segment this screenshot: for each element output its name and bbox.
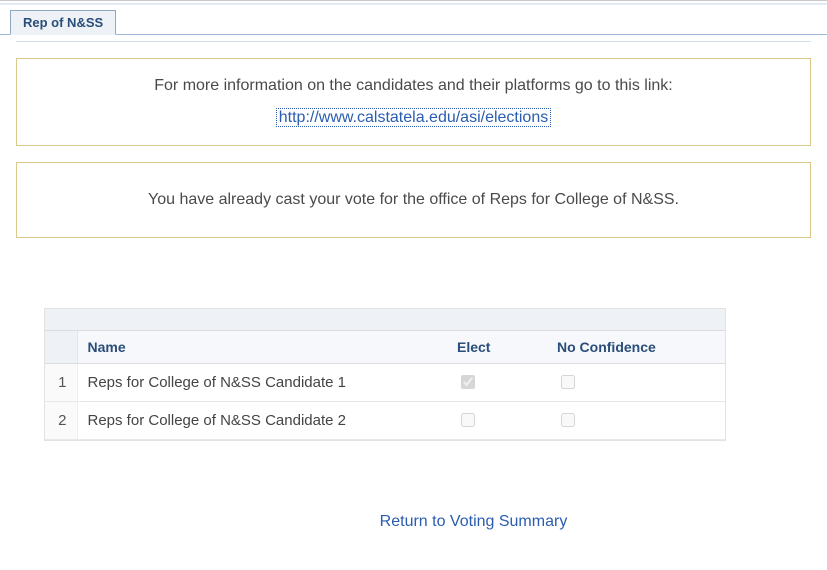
candidate-name: Reps for College of N&SS Candidate 2 (77, 402, 447, 440)
noconf-checkbox (561, 375, 575, 389)
elect-checkbox (461, 413, 475, 427)
col-header-elect: Elect (447, 331, 547, 364)
noconf-cell (547, 364, 725, 402)
info-lead-text: For more information on the candidates a… (27, 77, 800, 95)
elect-checkbox (461, 375, 475, 389)
top-rule (0, 0, 827, 5)
col-header-noconf: No Confidence (547, 331, 725, 364)
elections-link[interactable]: http://www.calstatela.edu/asi/elections (276, 108, 551, 127)
return-to-summary-link[interactable]: Return to Voting Summary (380, 513, 568, 530)
row-number: 1 (45, 364, 77, 402)
tab-rep-nss[interactable]: Rep of N&SS (10, 10, 116, 35)
elect-cell (447, 364, 547, 402)
noconf-cell (547, 402, 725, 440)
noconf-checkbox (561, 413, 575, 427)
candidates-table: Name Elect No Confidence 1 Reps for Coll… (44, 308, 726, 441)
candidate-name: Reps for College of N&SS Candidate 1 (77, 364, 447, 402)
divider (16, 41, 811, 42)
table-row: 2 Reps for College of N&SS Candidate 2 (45, 402, 725, 440)
tab-row: Rep of N&SS (0, 9, 827, 35)
table-top-bar (45, 309, 725, 331)
row-number: 2 (45, 402, 77, 440)
col-header-number (45, 331, 77, 364)
elect-cell (447, 402, 547, 440)
table-row: 1 Reps for College of N&SS Candidate 1 (45, 364, 725, 402)
info-box: For more information on the candidates a… (16, 58, 811, 146)
already-voted-notice: You have already cast your vote for the … (16, 162, 811, 238)
col-header-name: Name (77, 331, 447, 364)
